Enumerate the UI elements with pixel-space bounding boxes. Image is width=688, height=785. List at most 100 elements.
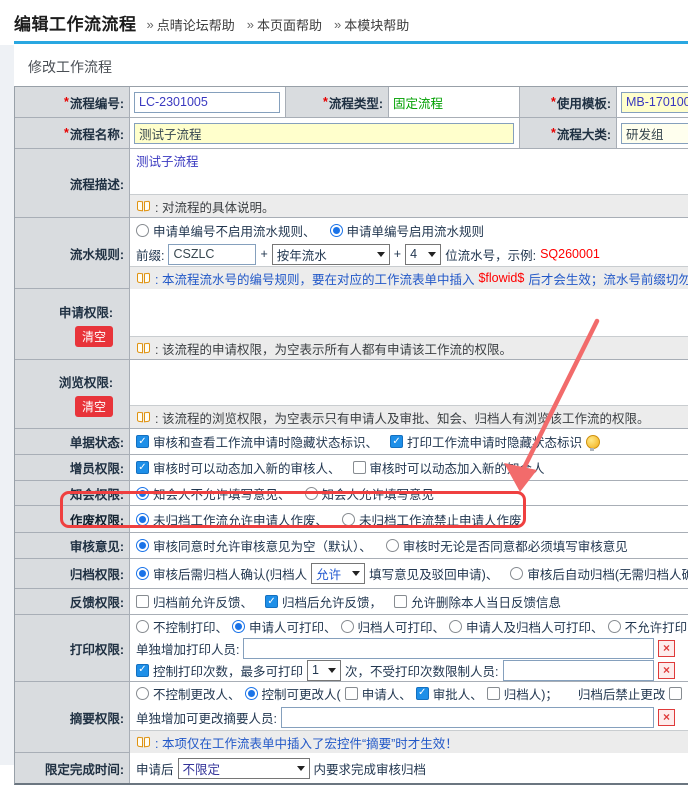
description-textarea[interactable]: 测试子流程 [130,149,688,194]
radio-summary-uncontrolled[interactable] [136,687,149,700]
radio-summary-controlled[interactable] [245,687,258,700]
clear-field-icon[interactable] [658,640,675,657]
radio-print-both[interactable] [449,620,462,633]
checkbox-summary-applicant[interactable] [345,687,358,700]
clear-field-icon[interactable] [658,709,675,726]
apply-permission-area[interactable] [130,289,688,336]
required-mark: * [64,95,69,109]
label-serial-rule: 流水规则: [15,218,130,288]
checkbox-summary-approver[interactable] [416,687,429,700]
row-void-permission: 作废权限: 未归档工作流允许申请人作废、 未归档工作流禁止申请人作废 [15,506,688,533]
checkbox-add-notified[interactable] [353,461,366,474]
cell-serial-rule: 申请单编号不启用流水规则、 申请单编号启用流水规则 前缀: CSZLC + 按年… [130,218,688,288]
print-extra-users-input[interactable] [243,638,654,659]
archive-allow-select[interactable]: 允许 [311,563,365,584]
help-link-forum[interactable]: 点晴论坛帮助 [157,15,235,34]
radio-archive-confirm[interactable] [136,567,149,580]
breadcrumb-item: »本页面帮助 [247,15,322,34]
label-process-no: *流程编号: [15,87,130,117]
clear-browse-button[interactable]: 清空 [75,396,113,417]
breadcrumb-separator: » [334,17,341,32]
checkbox-hide-status-print[interactable] [390,435,403,448]
clear-field-icon[interactable] [658,662,675,679]
chevron-down-icon [428,252,436,257]
help-link-page[interactable]: 本页面帮助 [257,15,322,34]
checkbox-limit-print-count[interactable] [136,664,149,677]
serial-digits-select[interactable]: 4 [405,244,441,265]
row-browse-permission: 浏览权限: 清空 : 该流程的浏览权限，为空表示只有申请人及审批、知会、归档人有… [15,360,688,429]
cell-print-permission: 不控制打印、 申请人可打印、 归档人可打印、 申请人及归档人可打印、 不允许打印… [130,615,688,681]
process-name-input[interactable]: 测试子流程 [134,123,514,144]
apply-hint: : 该流程的申请权限，为空表示所有人都有申请该工作流的权限。 [130,336,688,359]
cell-notify-permission: 知会人不允许填写意见、 知会人允许填写意见 [130,481,434,505]
label-void-permission: 作废权限: [15,506,130,532]
serial-hint: : 本流程流水号的编号规则，要在对应的工作流表单中插入$flowid$后才会生效… [130,266,688,289]
radio-serial-on[interactable] [330,224,343,237]
cell-apply-permission: : 该流程的申请权限，为空表示所有人都有申请该工作流的权限。 [130,289,688,359]
process-no-input[interactable]: LC-2301005 [134,92,280,113]
checkbox-summary-lock-after-archive[interactable] [669,687,682,700]
book-icon [136,411,151,423]
serial-radio-line: 申请单编号不启用流水规则、 申请单编号启用流水规则 [130,218,688,242]
label-wrap: 反馈权限: [15,589,130,614]
cell-deadline: 申请后 不限定 内要求完成审核归档 [130,753,426,783]
radio-opinion-optional[interactable] [136,539,149,552]
cell-browse-permission: : 该流程的浏览权限，为空表示只有申请人及审批、知会、归档人有浏览该工作流的权限… [130,360,688,428]
label-category: *流程大类: [520,118,617,148]
row-archive-permission: 归档权限: 审核后需归档人确认(归档人 允许 填写意见及驳回申请)、 审核后自动… [15,559,688,589]
label-process-name: *流程名称: [15,118,130,148]
print-count-select[interactable]: 1 [307,660,341,681]
cell-category: 研发组 [617,118,688,148]
checkbox-hide-status-review[interactable] [136,435,149,448]
checkbox-add-reviewer[interactable] [136,461,149,474]
print-unlimited-users-input[interactable] [503,660,655,681]
label-feedback-permission: 反馈权限: [15,589,130,614]
checkbox-feedback-delete[interactable] [394,595,407,608]
serial-prefix-input[interactable]: CSZLC [168,244,256,265]
row-process-name: *流程名称: 测试子流程 *流程大类: 研发组 [15,118,688,149]
breadcrumb: »点晴论坛帮助 »本页面帮助 »本模块帮助 [147,12,410,34]
template-input[interactable]: MB-170100 [621,92,688,113]
radio-print-archiver[interactable] [341,620,354,633]
row-print-permission: 打印权限: 不控制打印、 申请人可打印、 归档人可打印、 申请人及归档人可打印、… [15,615,688,682]
radio-void-forbidden[interactable] [342,513,355,526]
section-title: 修改工作流程 [28,57,688,77]
radio-notify-opinion[interactable] [305,487,318,500]
radio-print-forbidden[interactable] [608,620,621,633]
checkbox-feedback-before[interactable] [136,595,149,608]
chevron-down-icon [352,571,360,576]
radio-opinion-required[interactable] [386,539,399,552]
checkbox-summary-archiver[interactable] [487,687,500,700]
label-description: 流程描述: [15,149,130,217]
radio-print-uncontrolled[interactable] [136,620,149,633]
radio-print-applicant[interactable] [232,620,245,633]
summary-extra-users-input[interactable] [281,707,654,728]
cell-process-no: LC-2301005 [130,87,286,117]
row-doc-status: 单据状态: 审核和查看工作流申请时隐藏状态标识、 打印工作流申请时隐藏状态标识 [15,429,688,455]
breadcrumb-separator: » [247,17,254,32]
page-left-margin [0,45,14,765]
radio-void-allowed[interactable] [136,513,149,526]
label-browse-permission: 浏览权限: 清空 [15,360,130,428]
lightbulb-icon [586,435,600,449]
clear-apply-button[interactable]: 清空 [75,326,113,347]
label-add-member: 增员权限: [15,455,130,480]
help-link-module[interactable]: 本模块帮助 [344,15,409,34]
category-input[interactable]: 研发组 [621,123,688,144]
radio-notify-no-opinion[interactable] [136,487,149,500]
cell-template: MB-170100 [617,87,688,117]
breadcrumb-item: »本模块帮助 [334,15,409,34]
process-type-value: 固定流程 [389,87,520,117]
radio-archive-auto[interactable] [510,567,523,580]
browse-permission-area[interactable] [130,360,688,405]
deadline-select[interactable]: 不限定 [178,758,310,779]
label-apply-permission: 申请权限: 清空 [15,289,130,359]
checkbox-feedback-after[interactable] [265,595,278,608]
row-review-opinion: 审核意见: 审核同意时允许审核意见为空（默认）、 审核时无论是否同意都必须填写审… [15,533,688,559]
book-icon [136,200,151,212]
serial-example: SQ260001 [540,247,600,261]
serial-period-select[interactable]: 按年流水 [272,244,390,265]
radio-serial-off[interactable] [136,224,149,237]
cell-review-opinion: 审核同意时允许审核意见为空（默认）、 审核时无论是否同意都必须填写审核意见 [130,533,628,558]
summary-extra-line: 单独增加可更改摘要人员: [130,704,688,730]
